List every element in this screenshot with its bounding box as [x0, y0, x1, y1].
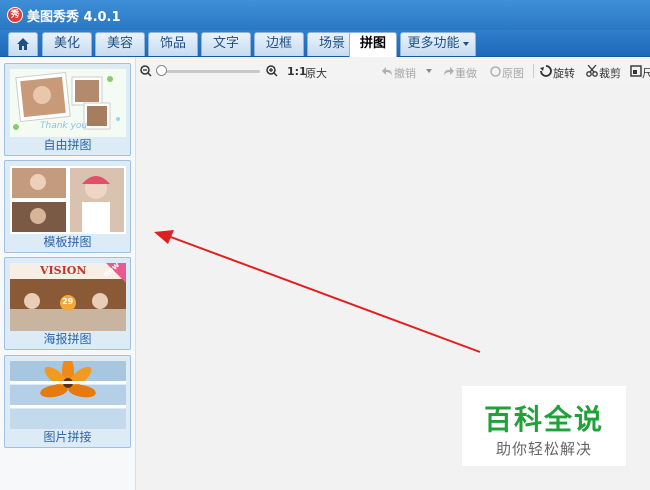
- home-icon: [17, 38, 29, 50]
- watermark-title: 百科全说: [483, 403, 604, 436]
- redo-button[interactable]: 重做: [455, 65, 477, 81]
- rotate-button[interactable]: 旋转: [553, 65, 575, 81]
- undo-icon: [382, 67, 392, 76]
- free-collage-thumbnail: Thank you: [10, 69, 126, 137]
- title-bar: 秀 美图秀秀 4.0.1: [0, 0, 650, 30]
- main-tab-bar: 美化 美容 饰品 文字 边框 场景 拼图 更多功能: [0, 30, 650, 57]
- home-tab[interactable]: [8, 32, 38, 56]
- zoom-ratio[interactable]: 1:1: [287, 65, 307, 78]
- undo-button[interactable]: 撤销: [394, 65, 416, 81]
- poster-collage-label: 海报拼图: [43, 332, 92, 346]
- template-collage-card[interactable]: 模板拼图: [4, 160, 131, 253]
- poster-collage-thumbnail: VISION 29 new: [10, 263, 126, 331]
- app-title: 美图秀秀 4.0.1: [27, 10, 121, 25]
- image-stitch-card[interactable]: 图片拼接: [4, 355, 131, 448]
- tab-beauty[interactable]: 美容: [95, 32, 145, 56]
- tab-beautify[interactable]: 美化: [42, 32, 92, 56]
- free-collage-label: 自由拼图: [43, 138, 92, 152]
- zoom-slider-handle[interactable]: [156, 65, 167, 76]
- edit-toolbar: 1:1 原大 撤销 重做 原图 旋转 裁剪 尺: [136, 57, 650, 85]
- image-stitch-thumbnail: [10, 361, 126, 429]
- tab-text[interactable]: 文字: [201, 32, 251, 56]
- crop-button[interactable]: 裁剪: [599, 65, 621, 81]
- app-logo-icon: 秀: [7, 7, 23, 23]
- poster-thumb-number: 29: [62, 297, 74, 306]
- chevron-down-icon: [462, 41, 469, 46]
- original-image-button[interactable]: 原图: [502, 65, 524, 81]
- crop-scissors-icon: [586, 65, 598, 77]
- poster-thumb-title: VISION: [40, 264, 87, 277]
- free-collage-thumb-text: Thank you: [40, 121, 88, 131]
- redo-icon: [444, 67, 454, 76]
- template-collage-label: 模板拼图: [43, 235, 92, 249]
- zoom-in-icon[interactable]: [266, 65, 278, 77]
- watermark-badge: 百科全说 助你轻松解决: [462, 386, 626, 466]
- poster-collage-card[interactable]: VISION 29 new 海报拼图: [4, 257, 131, 350]
- watermark-subtitle: 助你轻松解决: [495, 440, 592, 458]
- tab-more-label: 更多功能: [407, 36, 460, 51]
- toolbar-divider: [533, 64, 534, 78]
- tab-accessories[interactable]: 饰品: [148, 32, 198, 56]
- free-collage-card[interactable]: Thank you 自由拼图: [4, 63, 131, 156]
- undo-history-dropdown-icon[interactable]: [426, 69, 432, 73]
- zoom-slider-track[interactable]: [156, 70, 260, 73]
- resize-icon: [630, 65, 642, 77]
- tab-frame[interactable]: 边框: [254, 32, 304, 56]
- template-collage-thumbnail: [10, 166, 126, 234]
- rotate-icon: [540, 65, 552, 77]
- zoom-original-size-label[interactable]: 原大: [305, 65, 327, 81]
- image-stitch-label: 图片拼接: [43, 430, 92, 444]
- tab-more-functions[interactable]: 更多功能: [400, 32, 476, 56]
- zoom-out-icon[interactable]: [140, 65, 152, 77]
- collage-mode-panel: Thank you 自由拼图 模板拼图 VISION 29 new 海报拼图 图…: [0, 57, 136, 490]
- tab-collage[interactable]: 拼图: [349, 32, 397, 57]
- original-image-icon: [490, 66, 501, 77]
- resize-button[interactable]: 尺: [642, 65, 650, 81]
